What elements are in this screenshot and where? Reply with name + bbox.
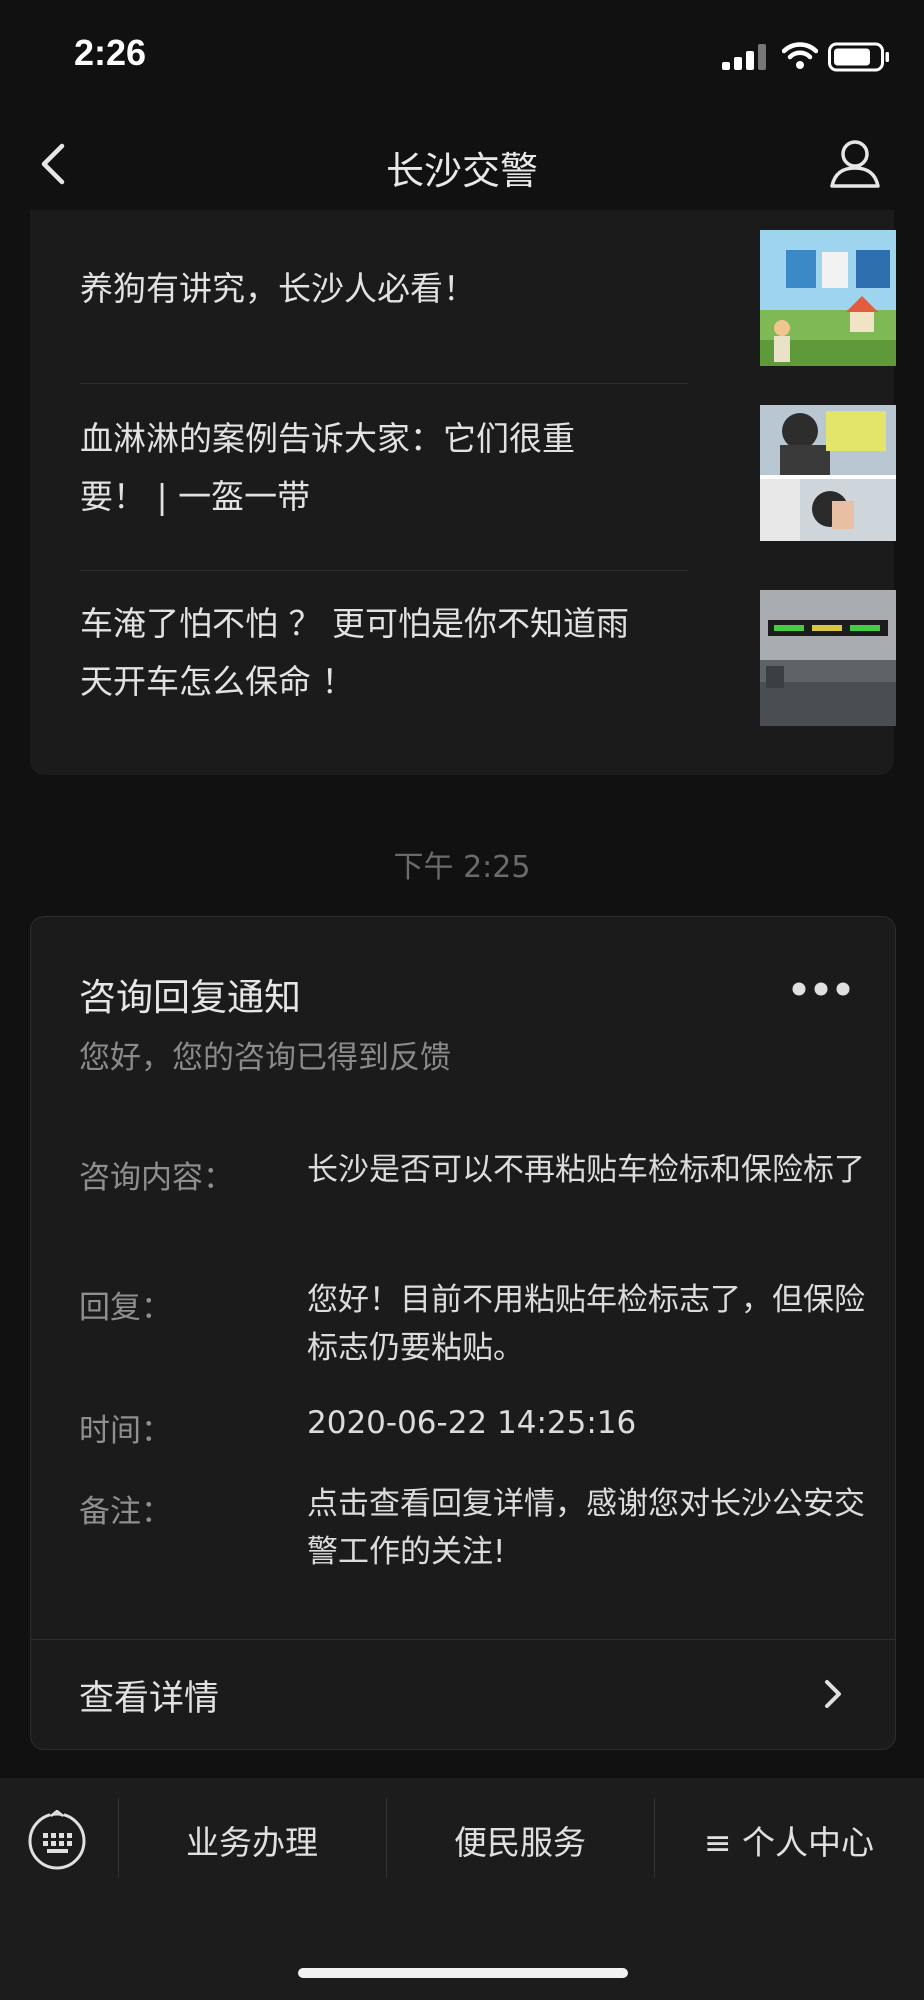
divider [80, 570, 688, 571]
view-details-link[interactable]: 查看详情 [31, 1640, 895, 1748]
row-label-time: 时间： [79, 1413, 172, 1449]
menu-services[interactable]: 便民服务 [386, 1778, 654, 1896]
status-time: 2:26 [74, 32, 147, 73]
notice-subtitle: 您好，您的咨询已得到反馈 [79, 1040, 451, 1076]
message-timestamp: 下午 2:25 [393, 850, 531, 885]
keyboard-icon[interactable] [26, 1810, 88, 1872]
menu-services-label: 便民服务 [454, 1823, 586, 1862]
cellular-signal-icon [722, 44, 766, 70]
article-item[interactable]: 车淹了怕不怕 ？ 更可怕是你不知道雨天开车怎么保命 ！ [80, 590, 896, 780]
consultation-reply-card[interactable]: 咨询回复通知 您好，您的咨询已得到反馈 咨询内容： 长沙是否可以不再粘贴车检标和… [30, 916, 896, 1750]
user-profile-icon[interactable] [826, 134, 884, 194]
row-label-reply: 回复： [79, 1290, 172, 1326]
article-thumbnail [760, 405, 896, 541]
article-list-card: 养狗有讲究，长沙人必看！ 血淋淋的案例告诉大家：它们很重要！ | 一盔一带 车淹… [30, 210, 896, 775]
article-title: 养狗有讲究，长沙人必看！ [80, 269, 476, 308]
battery-icon [828, 42, 889, 72]
article-thumbnail [760, 230, 896, 366]
row-label-content: 咨询内容： [79, 1160, 234, 1196]
row-value-remark: 点击查看回复详情，感谢您对长沙公安交警工作的关注! [307, 1486, 865, 1570]
home-indicator[interactable] [298, 1968, 628, 1978]
status-bar: 2:26 [0, 0, 924, 110]
menu-personal-center[interactable]: ≡ 个人中心 [654, 1778, 924, 1896]
row-value-reply: 您好！目前不用粘贴年检标志了，但保险标志仍要粘贴。 [307, 1282, 865, 1366]
menu-personal-label: ≡ 个人中心 [703, 1823, 875, 1862]
row-value-content: 长沙是否可以不再粘贴车检标和保险标了 [307, 1152, 865, 1188]
menu-business[interactable]: 业务办理 [118, 1778, 386, 1896]
row-label-remark: 备注： [79, 1494, 172, 1530]
view-details-label: 查看详情 [79, 1679, 220, 1719]
article-item[interactable]: 养狗有讲究，长沙人必看！ [80, 230, 896, 430]
article-title: 车淹了怕不怕 ？ 更可怕是你不知道雨天开车怎么保命 ！ [80, 604, 629, 701]
article-title: 血淋淋的案例告诉大家：它们很重要！ | 一盔一带 [80, 419, 575, 516]
notice-title: 咨询回复通知 [79, 976, 301, 1019]
bottom-menu-bar: 业务办理 便民服务 ≡ 个人中心 [0, 1778, 924, 2000]
page-title: 长沙交警 [385, 149, 538, 193]
menu-business-label: 业务办理 [186, 1823, 318, 1862]
article-thumbnail [760, 590, 896, 726]
divider [80, 383, 688, 384]
wifi-icon [782, 42, 818, 69]
row-value-time: 2020-06-22 14:25:16 [307, 1405, 637, 1441]
nav-bar: 长沙交警 [0, 110, 924, 220]
chevron-right-icon [825, 1680, 841, 1708]
more-dots-icon[interactable] [791, 979, 851, 999]
article-item[interactable]: 血淋淋的案例告诉大家：它们很重要！ | 一盔一带 [80, 405, 896, 595]
